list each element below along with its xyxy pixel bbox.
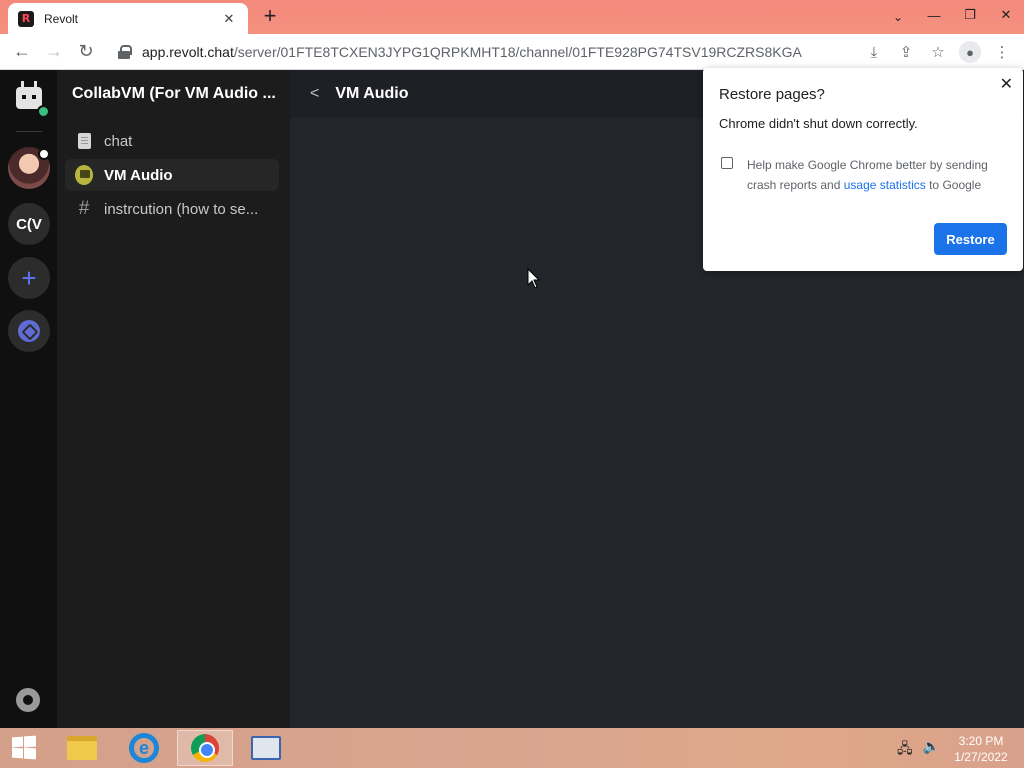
- revolt-favicon-icon: R: [18, 10, 34, 27]
- taskbar-internet-explorer[interactable]: e: [116, 730, 172, 766]
- install-app-icon[interactable]: ⤓: [858, 36, 890, 68]
- share-icon[interactable]: ⇪: [890, 36, 922, 68]
- taskbar-chrome[interactable]: [177, 730, 233, 766]
- server-collabvm[interactable]: C(V: [8, 203, 50, 245]
- unread-indicator: [38, 148, 50, 160]
- crash-report-checkbox[interactable]: [721, 157, 733, 169]
- internet-explorer-icon: e: [129, 733, 159, 763]
- crash-report-label: Help make Google Chrome better by sendin…: [747, 155, 1007, 195]
- channel-item-instruction[interactable]: # instrcution (how to se...: [65, 193, 279, 225]
- add-server-button[interactable]: +: [8, 257, 50, 299]
- channel-label: instrcution (how to se...: [104, 200, 259, 218]
- browser-titlebar: R Revolt ✕ + ⌄ — ❐ ✕: [0, 0, 1024, 34]
- window-controls: — ❐ ✕: [916, 0, 1024, 30]
- volume-icon[interactable]: 🔈: [923, 738, 940, 762]
- browser-toolbar: ← → ↻ app.revolt.chat/server/01FTE8TCXEN…: [0, 34, 1024, 70]
- clock-date: 1/27/2022: [954, 750, 1008, 764]
- system-tray: 🖧 🔈: [897, 738, 940, 762]
- channel-item-chat[interactable]: chat: [65, 125, 279, 157]
- channel-item-vm-audio[interactable]: VM Audio: [65, 159, 279, 191]
- clock-time: 3:20 PM: [958, 734, 1004, 748]
- usage-statistics-link[interactable]: usage statistics: [844, 178, 926, 192]
- taskbar-file-explorer[interactable]: [54, 730, 110, 766]
- profile-avatar-icon[interactable]: ●: [959, 41, 981, 63]
- tab-close-icon[interactable]: ✕: [220, 11, 238, 27]
- network-icon[interactable]: 🖧: [897, 738, 913, 762]
- forward-arrow-icon[interactable]: →: [38, 36, 70, 68]
- remote-desktop-icon: [251, 736, 281, 760]
- chrome-icon: [191, 734, 219, 762]
- windows-taskbar: e 🖧 🔈 3:20 PM 1/27/2022: [0, 728, 1024, 768]
- address-bar[interactable]: app.revolt.chat/server/01FTE8TCXEN3JYPG1…: [110, 38, 848, 66]
- url-path: /server/01FTE8TCXEN3JYPG1QRPKMHT18/chann…: [233, 44, 802, 60]
- url-host: app.revolt.chat: [142, 44, 234, 60]
- dialog-message: Chrome didn't shut down correctly.: [719, 116, 918, 131]
- restore-pages-dialog: Restore pages? ✕ Chrome didn't shut down…: [703, 68, 1023, 271]
- toolbar-actions: ⤓ ⇪ ☆ ● ⋮: [858, 36, 1018, 68]
- reload-icon[interactable]: ↻: [70, 36, 102, 68]
- close-window-icon[interactable]: ✕: [988, 7, 1024, 23]
- server-sidebar: C(V +: [0, 70, 57, 728]
- start-button[interactable]: [6, 733, 42, 763]
- online-status-indicator: [37, 105, 50, 118]
- revolt-home-icon: [16, 81, 42, 109]
- browser-tab[interactable]: R Revolt ✕: [8, 3, 248, 34]
- hash-icon: #: [78, 198, 90, 219]
- tab-search-icon[interactable]: ⌄: [888, 7, 908, 27]
- minimize-icon[interactable]: —: [916, 8, 952, 23]
- new-tab-button[interactable]: +: [258, 5, 282, 28]
- bookmark-star-icon[interactable]: ☆: [922, 36, 954, 68]
- taskbar-clock[interactable]: 3:20 PM 1/27/2022: [946, 733, 1016, 765]
- restore-button[interactable]: Restore: [934, 223, 1007, 255]
- server-name[interactable]: CollabVM (For VM Audio ...: [57, 70, 290, 118]
- settings-gear-icon[interactable]: [16, 688, 40, 712]
- mouse-cursor-icon: [527, 268, 541, 289]
- text-channel-icon: [75, 132, 93, 150]
- back-arrow-icon[interactable]: ←: [6, 36, 38, 68]
- option-suffix: to Google: [925, 178, 982, 192]
- channel-label: chat: [104, 132, 133, 150]
- channel-sidebar: CollabVM (For VM Audio ... chat VM Audio…: [57, 70, 290, 728]
- dialog-title: Restore pages?: [719, 86, 825, 103]
- close-icon[interactable]: ✕: [1000, 74, 1013, 94]
- voice-channel-icon: [75, 165, 93, 185]
- discover-button[interactable]: [8, 310, 50, 352]
- folder-icon: [67, 736, 97, 760]
- channel-label: VM Audio: [104, 166, 173, 184]
- menu-kebab-icon[interactable]: ⋮: [986, 36, 1018, 68]
- lock-icon[interactable]: [118, 45, 132, 59]
- chevron-left-icon[interactable]: <: [310, 85, 319, 103]
- restore-window-icon[interactable]: ❐: [952, 7, 988, 23]
- channel-title: VM Audio: [335, 85, 409, 102]
- server-divider: [16, 131, 42, 132]
- windows-logo-icon: [12, 735, 36, 760]
- taskbar-remote-desktop[interactable]: [238, 730, 294, 766]
- url-text: app.revolt.chat/server/01FTE8TCXEN3JYPG1…: [142, 44, 802, 60]
- tab-title: Revolt: [44, 11, 79, 26]
- compass-icon: [18, 320, 40, 342]
